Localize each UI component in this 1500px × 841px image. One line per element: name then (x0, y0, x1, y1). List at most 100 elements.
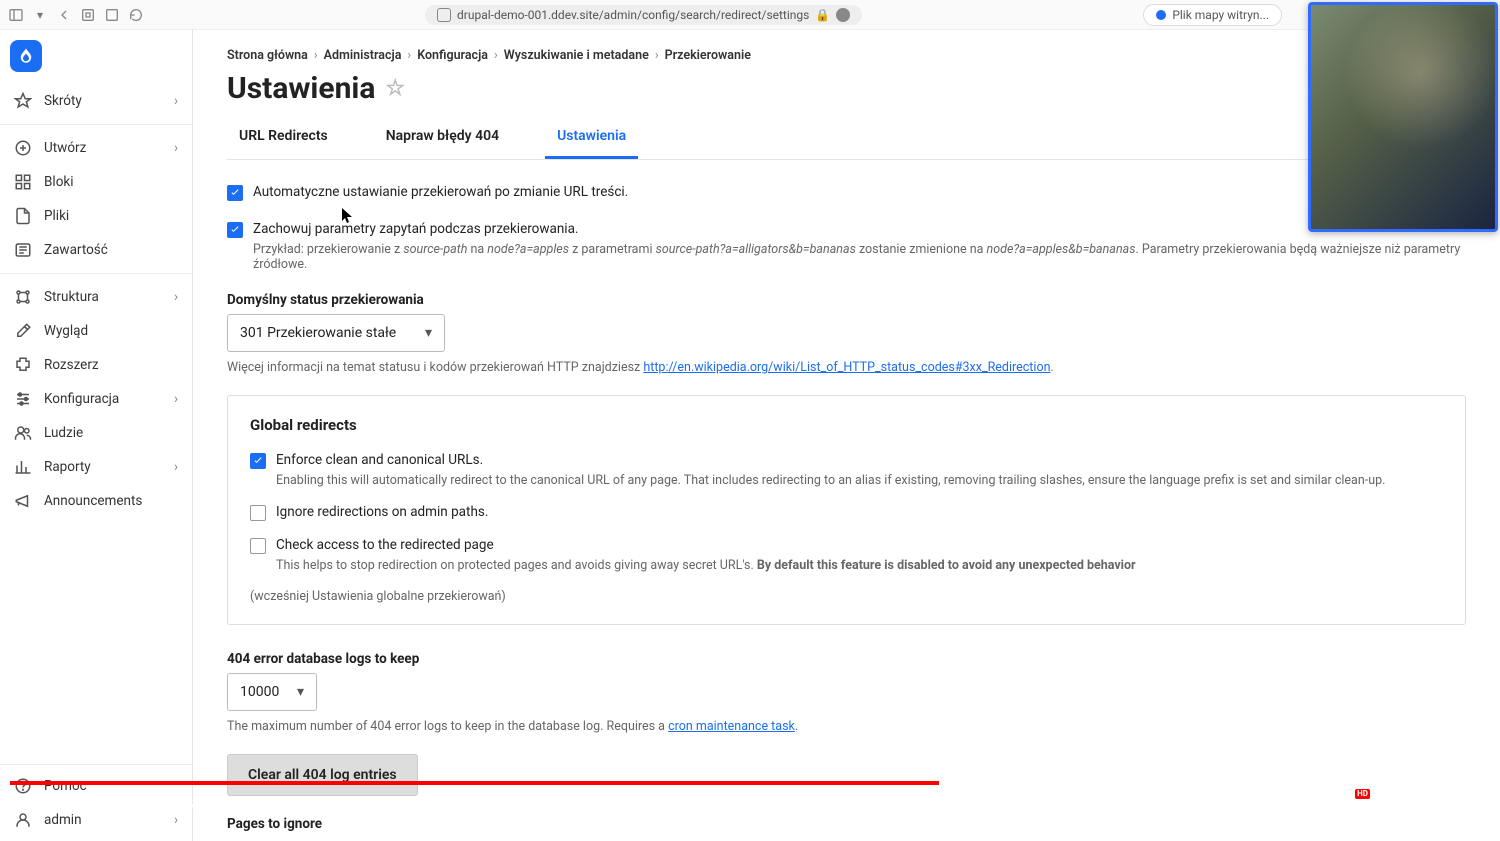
breadcrumb-item[interactable]: Strona główna (227, 48, 308, 63)
checkbox-icon (227, 222, 243, 238)
hd-badge: HD (1355, 789, 1370, 799)
checkbox-check-access[interactable]: Check access to the redirected page (250, 537, 1443, 554)
brush-icon (14, 322, 32, 340)
checkbox-label: Enforce clean and canonical URLs. (276, 452, 483, 468)
default-status-label: Domyślny status przekierowania (227, 292, 1466, 308)
select-value: 10000 (240, 684, 279, 700)
sidebar-item-label: Utwórz (44, 140, 86, 156)
tab-ustawienia[interactable]: Ustawienia (545, 120, 638, 159)
main-content: Strona główna › Administracja › Konfiguracja… (193, 30, 1500, 841)
sidebar-item-rozszerz[interactable]: Rozszerz (0, 348, 192, 382)
global-redirects-fieldset: Global redirects Enforce clean and canon… (227, 395, 1466, 625)
presenter-webcam (1308, 2, 1498, 232)
chevron-right-icon: › (314, 48, 318, 63)
sidebar-item-label: Raporty (44, 459, 91, 475)
tab-napraw-błędy-404[interactable]: Napraw błędy 404 (374, 120, 511, 159)
sidebar-item-wygląd[interactable]: Wygląd (0, 314, 192, 348)
wikipedia-link[interactable]: http://en.wikipedia.org/wiki/List_of_HTT… (643, 360, 1050, 375)
miniplayer-button[interactable] (1382, 793, 1406, 817)
chevron-down-icon[interactable]: ▾ (32, 7, 48, 23)
fullscreen-button[interactable] (1466, 793, 1490, 817)
users-icon (14, 424, 32, 442)
tab-url-redirects[interactable]: URL Redirects (227, 120, 340, 159)
browser-toolbar: ▾ drupal-demo-001.ddev.site/admin/config… (0, 0, 1500, 30)
admin-sidebar: Skróty› Utwórz › Bloki Pliki Zawartość Struktu… (0, 30, 193, 841)
help-text: The maximum number of 404 error logs to … (227, 719, 1466, 734)
checkbox-label: Zachowuj parametry zapytań podczas przek… (253, 221, 579, 237)
bookmark-favicon (1156, 10, 1166, 20)
chevron-right-icon: › (655, 48, 659, 63)
checkbox-icon (250, 505, 266, 521)
theater-button[interactable] (1424, 793, 1448, 817)
video-player-controls: 14:26 / 22:58 HD (10, 785, 1490, 825)
site-lock-icon (437, 8, 451, 22)
file-icon (14, 207, 32, 225)
select-value: 301 Przekierowanie stałe (240, 325, 396, 341)
checkbox-icon (250, 538, 266, 554)
settings-button[interactable]: HD (1340, 793, 1364, 817)
puzzle-icon (14, 356, 32, 374)
sidebar-item-zawartość[interactable]: Zawartość (0, 233, 192, 267)
checkbox-ignore-admin[interactable]: Ignore redirections on admin paths. (250, 504, 1443, 521)
sidebar-item-utwórz[interactable]: Utwórz › (0, 131, 192, 165)
volume-button[interactable] (86, 793, 110, 817)
bookmark-label: Plik mapy witryn... (1172, 8, 1269, 22)
chevron-down-icon: ▾ (425, 325, 432, 341)
help-text: This helps to stop redirection on protec… (276, 558, 1443, 573)
sidebar-item-ludzie[interactable]: Ludzie (0, 416, 192, 450)
shields-icon[interactable] (80, 7, 96, 23)
sidebar-item-label: Ludzie (44, 425, 83, 441)
help-text: Więcej informacji na temat statusu i kod… (227, 360, 1466, 375)
bookmark-pill[interactable]: Plik mapy witryn... (1143, 4, 1282, 26)
checkbox-icon (227, 185, 243, 201)
favorite-star-icon[interactable]: ☆ (385, 76, 405, 101)
captions-button[interactable] (1298, 793, 1322, 817)
default-status-select[interactable]: 301 Przekierowanie stałe ▾ (227, 314, 445, 352)
chevron-right-icon: › (174, 289, 178, 305)
chevron-right-icon: › (407, 48, 411, 63)
previous-button[interactable] (10, 793, 34, 817)
checkbox-label: Check access to the redirected page (276, 537, 494, 553)
drupal-logo[interactable] (10, 40, 42, 72)
lock-icon: 🔒 (815, 8, 830, 22)
sidebar-item-label: Konfiguracja (44, 391, 119, 407)
sidebar-item-pliki[interactable]: Pliki (0, 199, 192, 233)
sidebar-item-konfiguracja[interactable]: Konfiguracja › (0, 382, 192, 416)
checkbox-auto-redirect[interactable]: Automatyczne ustawianie przekierowań po … (227, 184, 1466, 201)
play-button[interactable] (48, 793, 72, 817)
logs-select[interactable]: 10000 ▾ (227, 673, 317, 711)
back-icon[interactable] (56, 7, 72, 23)
checkbox-keep-query[interactable]: Zachowuj parametry zapytań podczas przek… (227, 221, 1466, 238)
checkbox-label: Ignore redirections on admin paths. (276, 504, 488, 520)
fieldset-note: (wcześniej Ustawienia globalne przekiero… (250, 589, 1443, 604)
page-title: Ustawienia ☆ (227, 71, 1466, 106)
sidebar-item-announcements[interactable]: Announcements (0, 484, 192, 518)
refresh-icon[interactable] (128, 7, 144, 23)
checkbox-label: Automatyczne ustawianie przekierowań po … (253, 184, 628, 200)
url-text: drupal-demo-001.ddev.site/admin/config/s… (457, 8, 809, 22)
sidebar-item-bloki[interactable]: Bloki (0, 165, 192, 199)
sidebar-item-skróty[interactable]: Skróty› (0, 84, 192, 118)
sidebar-toggle-icon[interactable] (8, 7, 24, 23)
chevron-right-icon: › (174, 391, 178, 407)
extension-icon[interactable] (836, 8, 850, 22)
structure-icon (14, 288, 32, 306)
breadcrumb-item[interactable]: Przekierowanie (665, 48, 751, 63)
breadcrumb-item[interactable]: Konfiguracja (417, 48, 488, 63)
sidebar-item-struktura[interactable]: Struktura › (0, 280, 192, 314)
chevron-right-icon: › (174, 140, 178, 156)
sidebar-item-label: Bloki (44, 174, 74, 190)
checkbox-enforce-clean[interactable]: Enforce clean and canonical URLs. (250, 452, 1443, 469)
breadcrumb-item[interactable]: Administracja (324, 48, 402, 63)
sidebar-item-label: Pliki (44, 208, 69, 224)
content-icon (14, 241, 32, 259)
tab-icon[interactable] (104, 7, 120, 23)
sidebar-item-label: Announcements (44, 493, 142, 509)
sidebar-item-label: Struktura (44, 289, 99, 305)
sidebar-item-raporty[interactable]: Raporty› (0, 450, 192, 484)
breadcrumb-item[interactable]: Wyszukiwanie i metadane (504, 48, 649, 63)
tabs: URL Redirects Napraw błędy 404 Ustawienia (227, 120, 1466, 160)
cron-link[interactable]: cron maintenance task (668, 719, 795, 734)
chevron-right-icon: › (494, 48, 498, 63)
url-bar[interactable]: drupal-demo-001.ddev.site/admin/config/s… (425, 5, 862, 25)
